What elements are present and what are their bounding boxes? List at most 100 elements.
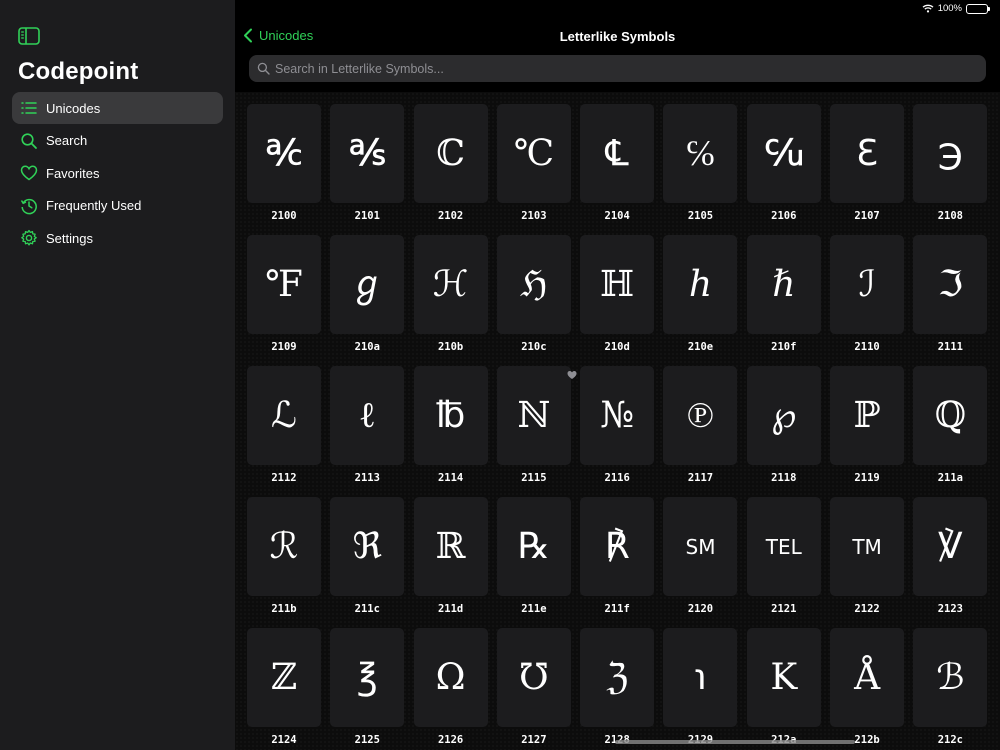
glyph-cell[interactable]: ℎ 210e [663, 235, 738, 366]
glyph-tile[interactable]: ℂ [413, 104, 488, 203]
glyph-cell[interactable]: ℕ 2115 [496, 366, 577, 497]
glyph-cell[interactable]: ℚ 211a [913, 366, 988, 497]
glyph-tile[interactable]: ℉ [247, 235, 321, 334]
glyph-cell[interactable]: ℨ2128 [580, 628, 655, 750]
glyph-tile[interactable]: ℎ [663, 235, 738, 334]
glyph-cell[interactable]: ℇ 2107 [830, 104, 905, 235]
glyph-tile[interactable]: ℩ [663, 628, 738, 727]
glyph-cell[interactable]: ℒ 2112 [247, 366, 321, 497]
glyph-cell[interactable]: Ω 2126 [413, 628, 488, 750]
glyph-tile[interactable]: ℥ [330, 628, 405, 727]
glyph-cell[interactable]: TM 2122 [830, 497, 905, 628]
sidebar-item-favorites[interactable]: Favorites [12, 157, 223, 189]
glyph-cell[interactable]: ℘ 2118 [746, 366, 821, 497]
glyph-tile[interactable]: ℁ [330, 104, 405, 203]
glyph-tile[interactable]: ℏ [746, 235, 821, 334]
glyph-cell[interactable]: ℋ 210b [413, 235, 488, 366]
glyph-cell[interactable]: ℥ 2125 [330, 628, 405, 750]
glyph-cell[interactable]: ℝ 211d [413, 497, 488, 628]
glyph-cell[interactable]: ℆ 2106 [746, 104, 821, 235]
glyph-tile[interactable]: ℣ [913, 497, 988, 596]
glyph-cell[interactable]: ℏ 210f [746, 235, 821, 366]
glyph-cell[interactable]: ℅ 2105 [663, 104, 738, 235]
sidebar-item-frequently-used[interactable]: Frequently Used [12, 190, 223, 222]
glyph-cell[interactable]: TEL 2121 [746, 497, 821, 628]
sidebar-item-settings[interactable]: Settings [12, 222, 223, 254]
glyph-tile[interactable]: ℘ [746, 366, 821, 465]
glyph-tile[interactable]: ℜ [330, 497, 405, 596]
glyph-tile[interactable]: ℑ [913, 235, 988, 334]
glyph-tile[interactable]: ℅ [663, 104, 738, 203]
glyph-tile[interactable]: SM [663, 497, 738, 596]
glyph-code: 2107 [854, 210, 880, 222]
glyph-tile[interactable]: K [746, 628, 821, 727]
glyph-tile[interactable]: TM [830, 497, 905, 596]
glyph-tile[interactable]: ℚ [913, 366, 988, 465]
glyph-tile[interactable]: ℨ [580, 628, 655, 727]
glyph-cell[interactable]: K212a [746, 628, 821, 750]
glyph-cell[interactable]: ℟ 211f [580, 497, 655, 628]
glyph-cell[interactable]: ℐ 2110 [830, 235, 905, 366]
glyph-tile[interactable]: ℔ [413, 366, 488, 465]
glyph-tile[interactable]: ℐ [830, 235, 905, 334]
glyph-cell[interactable]: ℂ 2102 [413, 104, 488, 235]
glyph-tile[interactable]: ℌ [496, 235, 571, 334]
glyph-tile[interactable]: ℛ [247, 497, 321, 596]
glyph-cell[interactable]: ℣ 2123 [913, 497, 988, 628]
glyph-grid-area[interactable]: ℀ 2100 ℁ 2101 ℂ 2102 ℃ 2103 ℄ 2104 ℅ 2105 ℆ 2106 ℇ 2107… [235, 92, 1000, 750]
glyph-cell[interactable]: ℄ 2104 [580, 104, 655, 235]
glyph-tile[interactable]: ℊ [330, 235, 405, 334]
glyph-tile[interactable]: ℞ [496, 497, 571, 596]
glyph-cell[interactable]: ℓ 2113 [330, 366, 405, 497]
glyph-cell[interactable]: ℩2129 [663, 628, 738, 750]
glyph-tile[interactable]: ℒ [247, 366, 321, 465]
glyph-cell[interactable]: ℃ 2103 [496, 104, 571, 235]
sidebar-item-unicodes[interactable]: Unicodes [12, 92, 223, 124]
glyph-tile[interactable]: ℙ [830, 366, 905, 465]
glyph-tile[interactable]: ℍ [580, 235, 655, 334]
glyph-cell[interactable]: ℤ 2124 [247, 628, 321, 750]
glyph-cell[interactable]: ℙ 2119 [830, 366, 905, 497]
glyph-tile[interactable]: ℕ [496, 366, 571, 465]
glyph-tile[interactable]: ℀ [247, 104, 321, 203]
glyph-cell[interactable]: № 2116 [580, 366, 655, 497]
glyph-tile[interactable]: ℗ [663, 366, 738, 465]
sidebar-item-search[interactable]: Search [12, 125, 223, 157]
glyph-cell[interactable]: ℍ 210d [580, 235, 655, 366]
search-input[interactable] [275, 61, 955, 76]
glyph-cell[interactable]: ℬ 212c [913, 628, 988, 750]
glyph-tile[interactable]: ℟ [580, 497, 655, 596]
glyph-cell[interactable]: ℧ 2127 [496, 628, 571, 750]
glyph-tile[interactable]: ℋ [413, 235, 488, 334]
glyph-tile[interactable]: ℈ [913, 104, 988, 203]
search-bar[interactable] [249, 55, 986, 82]
glyph-tile[interactable]: ℬ [913, 628, 988, 727]
glyph-tile[interactable]: Ω [413, 628, 488, 727]
glyph-cell[interactable]: ℛ 211b [247, 497, 321, 628]
glyph-cell[interactable]: ℀ 2100 [247, 104, 321, 235]
glyph-cell[interactable]: ℗ 2117 [663, 366, 738, 497]
glyph-tile[interactable]: ℓ [330, 366, 405, 465]
glyph-tile[interactable]: ℆ [746, 104, 821, 203]
glyph-cell[interactable]: Å 212b [830, 628, 905, 750]
glyph-cell[interactable]: ℊ 210a [330, 235, 405, 366]
glyph-cell[interactable]: ℑ 2111 [913, 235, 988, 366]
glyph-tile[interactable]: ℝ [413, 497, 488, 596]
glyph-cell[interactable]: ℌ 210c [496, 235, 571, 366]
glyph-cell[interactable]: ℜ 211c [330, 497, 405, 628]
glyph-tile[interactable]: ℄ [580, 104, 655, 203]
glyph-tile[interactable]: № [580, 366, 655, 465]
glyph-tile[interactable]: ℤ [247, 628, 321, 727]
glyph-tile[interactable]: Å [830, 628, 905, 727]
glyph-cell[interactable]: ℉ 2109 [247, 235, 321, 366]
glyph-cell[interactable]: ℔ 2114 [413, 366, 488, 497]
glyph-tile[interactable]: ℇ [830, 104, 905, 203]
glyph-cell[interactable]: SM 2120 [663, 497, 738, 628]
glyph-cell[interactable]: ℁ 2101 [330, 104, 405, 235]
sidebar-toggle-icon[interactable] [18, 27, 40, 45]
glyph-tile[interactable]: TEL [746, 497, 821, 596]
glyph-cell[interactable]: ℞ 211e [496, 497, 571, 628]
glyph-cell[interactable]: ℈ 2108 [913, 104, 988, 235]
glyph-tile[interactable]: ℃ [496, 104, 571, 203]
glyph-tile[interactable]: ℧ [496, 628, 571, 727]
